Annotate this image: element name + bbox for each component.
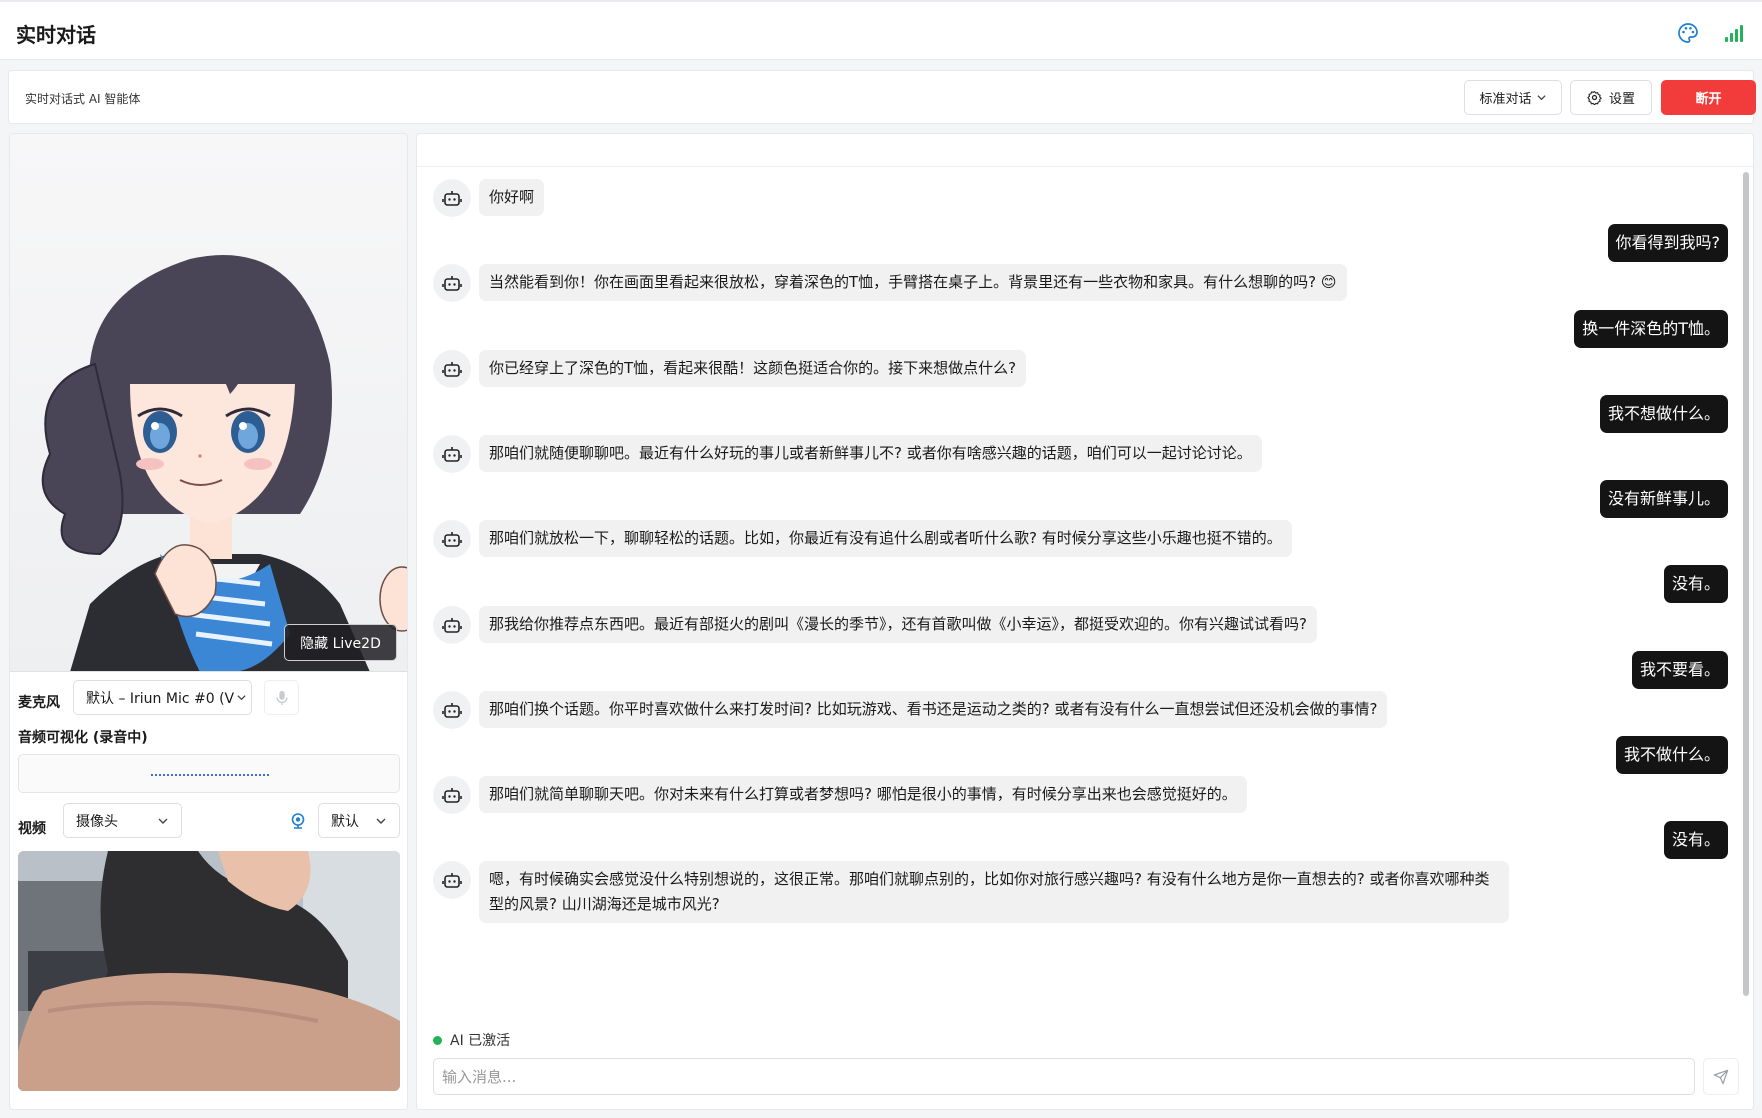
ai-message: 当然能看到你！你在画面里看起来很放松，穿着深色的T恤，手臂搭在桌子上。背景里还有…	[433, 264, 1347, 302]
settings-button[interactable]: 设置	[1570, 80, 1652, 115]
mic-label: 麦克风	[18, 695, 60, 711]
palette-icon[interactable]	[1676, 21, 1700, 45]
chat-header	[417, 134, 1753, 167]
video-quality-select[interactable]: 默认	[318, 803, 400, 838]
camera-preview	[18, 851, 400, 1091]
ai-message-text: 那咱们就简单聊聊天吧。你对未来有什么打算或者梦想吗? 哪怕是很小的事情，有时候分…	[479, 776, 1247, 813]
ai-message: 那咱们换个话题。你平时喜欢做什么来打发时间? 比如玩游戏、看书还是运动之类的? …	[433, 691, 1388, 729]
user-message: 我不想做什么。	[1599, 395, 1728, 433]
live2d-canvas[interactable]: 隐藏 Live2D	[10, 134, 407, 672]
video-quality-value: 默认	[331, 813, 359, 830]
chevron-down-icon	[376, 818, 386, 824]
robot-icon	[442, 873, 462, 888]
chevron-down-icon	[237, 695, 246, 701]
ai-message: 那咱们就放松一下，聊聊轻松的话题。比如，你最近有没有追什么剧或者听什么歌? 有时…	[433, 520, 1292, 558]
ai-message: 嗯，有时候确实会感觉没什么特别想说的，这很正常。那咱们就聊点别的，比如你对旅行感…	[433, 861, 1509, 923]
ai-message-text: 当然能看到你！你在画面里看起来很放松，穿着深色的T恤，手臂搭在桌子上。背景里还有…	[479, 264, 1347, 301]
robot-icon	[442, 362, 462, 377]
microphone-icon	[275, 690, 288, 705]
user-message: 我不要看。	[1631, 651, 1728, 689]
ai-message-text: 那咱们就随便聊聊吧。最近有什么好玩的事儿或者新鲜事儿不? 或者你有啥感兴趣的话题…	[479, 435, 1262, 472]
chat-panel: 你好啊 你看得到我吗? 当然能看到你！你在画面里看起来很放松，穿着深色的T恤，手…	[416, 133, 1754, 1110]
session-toolbar: 实时对话式 AI 智能体 标准对话 设置 断开	[8, 70, 1756, 124]
message-list[interactable]: 你好啊 你看得到我吗? 当然能看到你！你在画面里看起来很放松，穿着深色的T恤，手…	[417, 167, 1753, 1019]
robot-icon	[442, 447, 462, 462]
ai-status: AI 已激活	[433, 1030, 510, 1050]
ai-message-text: 你好啊	[479, 179, 545, 216]
robot-icon	[442, 191, 462, 206]
ai-message: 那咱们就随便聊聊吧。最近有什么好玩的事儿或者新鲜事儿不? 或者你有啥感兴趣的话题…	[433, 435, 1262, 473]
send-icon	[1713, 1069, 1729, 1084]
agent-subtitle: 实时对话式 AI 智能体	[25, 92, 141, 106]
user-message: 我不做什么。	[1615, 736, 1728, 774]
ai-message-text: 嗯，有时候确实会感觉没什么特别想说的，这很正常。那咱们就聊点别的，比如你对旅行感…	[479, 861, 1509, 923]
conversation-mode-select[interactable]: 标准对话	[1464, 80, 1562, 115]
bot-avatar	[433, 861, 471, 899]
ai-message: 你已经穿上了深色的T恤，看起来很酷！这颜色挺适合你的。接下来想做点什么?	[433, 350, 1027, 388]
ai-message: 那我给你推荐点东西吧。最近有部挺火的剧叫《漫长的季节》，还有首歌叫做《小幸运》，…	[433, 606, 1317, 644]
user-message: 没有。	[1663, 565, 1728, 603]
webcam-icon[interactable]	[289, 812, 307, 830]
ai-message: 那咱们就简单聊聊天吧。你对未来有什么打算或者梦想吗? 哪怕是很小的事情，有时候分…	[433, 776, 1247, 814]
status-dot-icon	[433, 1035, 442, 1045]
video-source-value: 摄像头	[76, 813, 118, 830]
media-panel: 隐藏 Live2D 麦克风 默认 – Iriun Mic #0 (V 音频可视化…	[9, 133, 408, 1110]
robot-icon	[442, 788, 462, 803]
ai-message-text: 那咱们换个话题。你平时喜欢做什么来打发时间? 比如玩游戏、看书还是运动之类的? …	[479, 691, 1388, 728]
robot-icon	[442, 703, 462, 718]
bot-avatar	[433, 264, 471, 302]
robot-icon	[442, 618, 462, 633]
send-button[interactable]	[1703, 1058, 1739, 1095]
ai-status-text: AI 已激活	[450, 1033, 511, 1049]
chat-scrollbar[interactable]	[1743, 172, 1749, 996]
user-message: 没有新鲜事儿。	[1599, 480, 1728, 518]
ai-message: 你好啊	[433, 179, 545, 217]
bot-avatar	[433, 606, 471, 644]
bot-avatar	[433, 776, 471, 814]
waveform-line	[151, 774, 269, 776]
app-title: 实时对话	[16, 23, 96, 47]
ai-message-text: 那我给你推荐点东西吧。最近有部挺火的剧叫《漫长的季节》，还有首歌叫做《小幸运》，…	[479, 606, 1317, 643]
ai-message-text: 你已经穿上了深色的T恤，看起来很酷！这颜色挺适合你的。接下来想做点什么?	[479, 350, 1027, 387]
user-message: 没有。	[1663, 821, 1728, 859]
mic-select[interactable]: 默认 – Iriun Mic #0 (V	[73, 680, 252, 715]
mode-label: 标准对话	[1479, 92, 1532, 107]
user-message: 换一件深色的T恤。	[1574, 310, 1728, 348]
bot-avatar	[433, 520, 471, 558]
chevron-down-icon	[1536, 95, 1546, 101]
signal-icon	[1725, 25, 1743, 42]
video-label: 视频	[18, 821, 46, 837]
ai-message-text: 那咱们就放松一下，聊聊轻松的话题。比如，你最近有没有追什么剧或者听什么歌? 有时…	[479, 520, 1292, 557]
chevron-down-icon	[158, 818, 168, 824]
camera-frame-image	[18, 851, 400, 1091]
video-source-select[interactable]: 摄像头	[63, 803, 182, 838]
mic-selected-value: 默认 – Iriun Mic #0 (V	[86, 690, 235, 707]
robot-icon	[442, 276, 462, 291]
message-input[interactable]	[433, 1058, 1695, 1095]
audio-visualizer	[18, 754, 400, 793]
live2d-avatar-image	[41, 254, 407, 671]
hide-live2d-button[interactable]: 隐藏 Live2D	[284, 624, 397, 661]
bot-avatar	[433, 435, 471, 473]
audio-visualizer-label: 音频可视化 (录音中)	[18, 730, 148, 746]
bot-avatar	[433, 350, 471, 388]
robot-icon	[442, 532, 462, 547]
bot-avatar	[433, 179, 471, 217]
top-bar: 实时对话	[0, 0, 1762, 60]
gear-icon	[1587, 91, 1602, 105]
settings-label: 设置	[1608, 92, 1635, 107]
mic-toggle-button[interactable]	[264, 680, 299, 715]
bot-avatar	[433, 691, 471, 729]
user-message: 你看得到我吗?	[1607, 224, 1728, 262]
disconnect-button[interactable]: 断开	[1661, 80, 1756, 115]
